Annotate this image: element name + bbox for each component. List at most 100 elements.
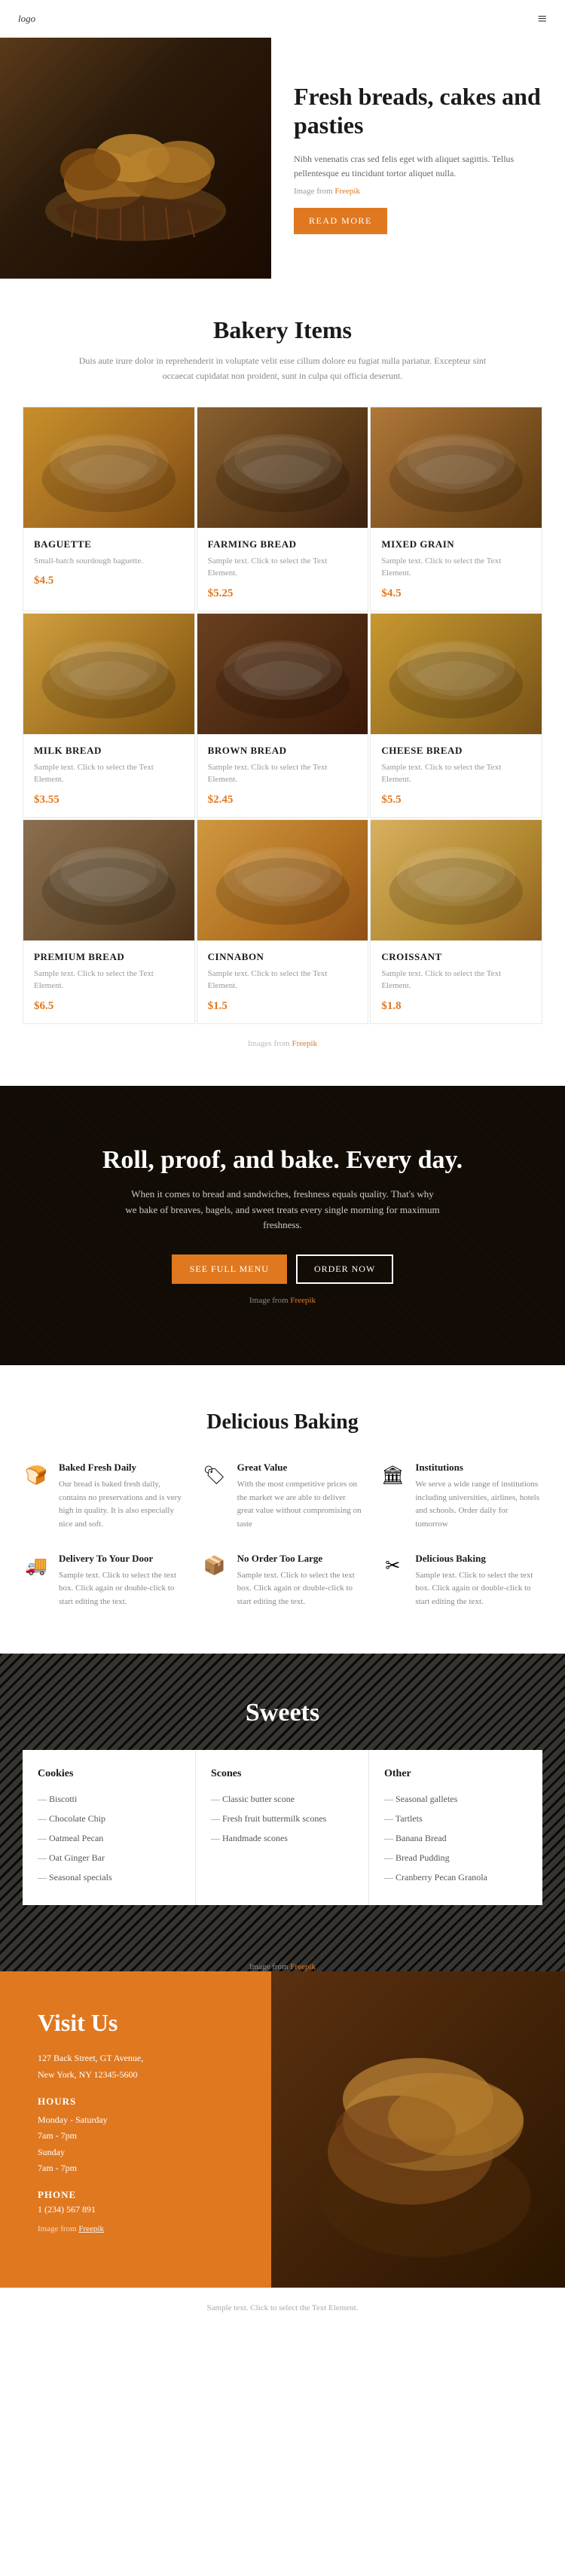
visit-hours-label: HOURS [38, 2096, 249, 2108]
visit-address: 127 Back Street, GT Avenue, New York, NY… [38, 2050, 249, 2083]
sweets-list-item: Seasonal specials [38, 1867, 180, 1887]
baking-feature-desc: Our bread is baked fresh daily, contains… [59, 1478, 186, 1531]
visit-hour-entry: 7am - 7pm [38, 2160, 249, 2177]
roll-section: Roll, proof, and bake. Every day. When i… [0, 1086, 565, 1365]
sweets-col-list: Classic butter sconeFresh fruit buttermi… [211, 1789, 353, 1848]
visit-hour-entry: 7am - 7pm [38, 2128, 249, 2145]
baking-feature-desc: We serve a wide range of institutions in… [415, 1478, 542, 1531]
hero-title: Fresh breads, cakes and pasties [294, 82, 542, 140]
visit-hour-entry: Sunday [38, 2145, 249, 2161]
baking-feature-desc: With the most competitive prices on the … [237, 1478, 365, 1531]
item-desc: Sample text. Click to select the Text El… [381, 968, 531, 992]
navbar: logo ≡ [0, 0, 565, 38]
item-name: CROISSANT [381, 951, 531, 963]
menu-icon[interactable]: ≡ [538, 9, 547, 29]
item-name: CINNABON [208, 951, 358, 963]
bakery-item-card[interactable]: FARMING BREAD Sample text. Click to sele… [197, 407, 369, 611]
bakery-item-card[interactable]: MIXED GRAIN Sample text. Click to select… [370, 407, 542, 611]
sweets-list-item: Oat Ginger Bar [38, 1848, 180, 1867]
order-now-button[interactable]: ORDER NOW [296, 1254, 393, 1284]
sweets-list-item: Fresh fruit buttermilk scones [211, 1809, 353, 1828]
sweets-list-item: Tartlets [384, 1809, 527, 1828]
baking-feature-desc: Sample text. Click to select the text bo… [415, 1569, 542, 1609]
sweets-image-credit: Image from Freepik [0, 1962, 565, 1971]
logo: logo [18, 13, 35, 25]
sweets-col-title: Cookies [38, 1768, 180, 1780]
bakery-item-card[interactable]: CROISSANT Sample text. Click to select t… [370, 819, 542, 1024]
item-image-milk-bread [23, 614, 194, 734]
baking-feature-icon: 🚚 [23, 1553, 50, 1580]
hero-freepik-link[interactable]: Freepik [334, 187, 360, 196]
visit-hours: Monday - Saturday7am - 7pmSunday7am - 7p… [38, 2112, 249, 2177]
item-image-brown-bread [197, 614, 368, 734]
roll-buttons: SEE FULL MENU ORDER NOW [30, 1254, 535, 1284]
bakery-item-card[interactable]: CHEESE BREAD Sample text. Click to selec… [370, 613, 542, 818]
sweets-list-item: Chocolate Chip [38, 1809, 180, 1828]
sweets-grid: Cookies BiscottiChocolate ChipOatmeal Pe… [23, 1750, 542, 1905]
sweets-col-list: Seasonal galletesTartletsBanana BreadBre… [384, 1789, 527, 1887]
item-image-mixed-grain [371, 407, 542, 528]
baking-feature-text: Great Value With the most competitive pr… [237, 1462, 365, 1531]
item-price: $4.5 [381, 587, 531, 600]
hero-section: Fresh breads, cakes and pasties Nibh ven… [0, 38, 565, 279]
baking-feature-item: 🚚 Delivery To Your Door Sample text. Cli… [23, 1553, 186, 1609]
hero-image-credit: Image from Freepik [294, 187, 542, 196]
item-name: FARMING BREAD [208, 538, 358, 550]
baking-feature-item: 🏛 Institutions We serve a wide range of … [379, 1462, 542, 1531]
baking-feature-icon: 📦 [201, 1553, 228, 1580]
visit-section: Visit Us 127 Back Street, GT Avenue, New… [0, 1971, 565, 2288]
hero-bread-illustration [15, 53, 256, 264]
bakery-item-card[interactable]: BROWN BREAD Sample text. Click to select… [197, 613, 369, 818]
baking-feature-icon: ✂ [379, 1553, 406, 1580]
baking-feature-text: Baked Fresh Daily Our bread is baked fre… [59, 1462, 186, 1531]
see-full-menu-button[interactable]: SEE FULL MENU [172, 1254, 287, 1284]
bakery-freepik-link[interactable]: Freepik [292, 1039, 318, 1048]
bakery-description: Duis aute irure dolor in reprehenderit i… [72, 353, 493, 384]
baking-feature-item: 📦 No Order Too Large Sample text. Click … [201, 1553, 365, 1609]
item-price: $5.25 [208, 587, 358, 600]
item-desc: Sample text. Click to select the Text El… [208, 968, 358, 992]
sweets-section: Sweets Cookies BiscottiChocolate ChipOat… [0, 1654, 565, 1971]
item-image-farming-bread [197, 407, 368, 528]
sweets-freepik-link[interactable]: Freepik [290, 1962, 316, 1971]
item-image-premium-bread [23, 820, 194, 940]
sweets-list-item: Biscotti [38, 1789, 180, 1809]
item-name: PREMIUM BREAD [34, 951, 184, 963]
item-image-cheese-bread [371, 614, 542, 734]
baking-feature-icon: 🏷 [201, 1462, 228, 1489]
item-name: MIXED GRAIN [381, 538, 531, 550]
item-price: $1.5 [208, 1000, 358, 1013]
bakery-item-card[interactable]: PREMIUM BREAD Sample text. Click to sele… [23, 819, 195, 1024]
baking-title: Delicious Baking [23, 1410, 542, 1434]
item-name: BROWN BREAD [208, 745, 358, 757]
sweets-col-title: Other [384, 1768, 527, 1780]
baking-feature-title: Baked Fresh Daily [59, 1462, 186, 1474]
sweets-list-item: Bread Pudding [384, 1848, 527, 1867]
baking-feature-icon: 🍞 [23, 1462, 50, 1489]
item-desc: Sample text. Click to select the Text El… [208, 555, 358, 580]
visit-freepik-link[interactable]: Freepik [78, 2224, 104, 2233]
item-desc: Sample text. Click to select the Text El… [34, 761, 184, 786]
item-name: BAGUETTE [34, 538, 184, 550]
baking-feature-item: 🍞 Baked Fresh Daily Our bread is baked f… [23, 1462, 186, 1531]
roll-freepik-link[interactable]: Freepik [290, 1296, 316, 1305]
sweets-inner: Sweets Cookies BiscottiChocolate ChipOat… [0, 1654, 565, 1950]
item-desc: Sample text. Click to select the Text El… [381, 555, 531, 580]
baking-feature-text: Delivery To Your Door Sample text. Click… [59, 1553, 186, 1609]
item-image-cinnabon [197, 820, 368, 940]
bakery-item-card[interactable]: CINNABON Sample text. Click to select th… [197, 819, 369, 1024]
sweets-col-title: Scones [211, 1768, 353, 1780]
item-price: $5.5 [381, 794, 531, 806]
item-price: $3.55 [34, 794, 184, 806]
bakery-item-card[interactable]: MILK BREAD Sample text. Click to select … [23, 613, 195, 818]
bakery-item-card[interactable]: BAGUETTE Small-batch sourdough baguette.… [23, 407, 195, 611]
footer: Sample text. Click to select the Text El… [0, 2288, 565, 2328]
bakery-image-credit: Images from Freepik [23, 1039, 542, 1048]
baking-feature-item: 🏷 Great Value With the most competitive … [201, 1462, 365, 1531]
baking-feature-title: Delicious Baking [415, 1553, 542, 1565]
baking-feature-item: ✂ Delicious Baking Sample text. Click to… [379, 1553, 542, 1609]
sweets-column-scones: Scones Classic butter sconeFresh fruit b… [196, 1750, 369, 1905]
baking-feature-text: No Order Too Large Sample text. Click to… [237, 1553, 365, 1609]
read-more-button[interactable]: READ MORE [294, 208, 387, 234]
item-desc: Sample text. Click to select the Text El… [208, 761, 358, 786]
